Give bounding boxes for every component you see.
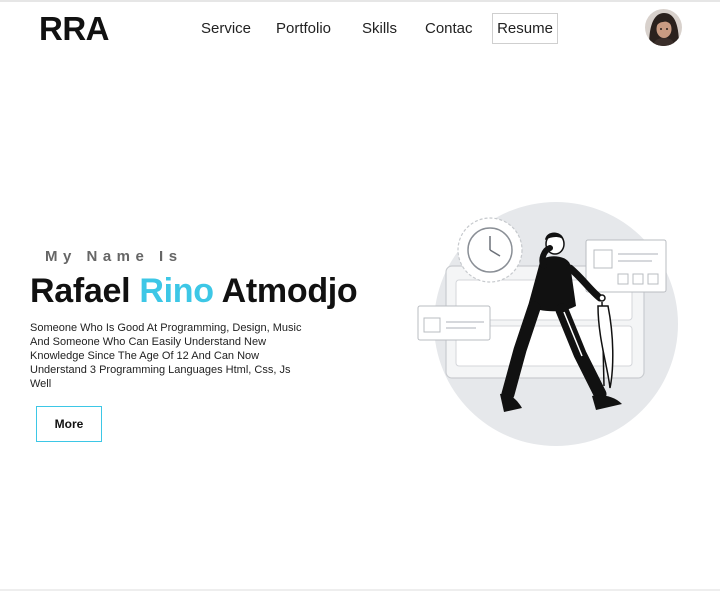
resume-button[interactable]: Resume	[492, 13, 558, 44]
hero-kicker: My Name Is	[45, 248, 183, 265]
hero-illustration	[412, 198, 684, 450]
hero-description: Someone Who Is Good At Programming, Desi…	[30, 322, 302, 390]
avatar-photo-icon	[645, 9, 682, 46]
nav-link-portfolio[interactable]: Portfolio	[276, 13, 331, 45]
nav-link-skills[interactable]: Skills	[362, 13, 397, 45]
hero-title-last: Atmodjo	[221, 272, 358, 310]
hero-title-first: Rafael	[30, 272, 131, 310]
nav-link-contact[interactable]: Contac	[425, 13, 473, 45]
more-button[interactable]: More	[36, 406, 102, 442]
hero-title: Rafael Rino Atmodjo	[30, 272, 358, 311]
nav-link-service[interactable]: Service	[201, 13, 251, 45]
walking-man-illustration-icon	[417, 202, 678, 446]
avatar[interactable]	[645, 9, 682, 46]
top-border	[0, 0, 720, 2]
main-nav: Service Portfolio Skills Contac Resume	[0, 13, 720, 45]
hero-title-accent: Rino	[139, 272, 214, 310]
